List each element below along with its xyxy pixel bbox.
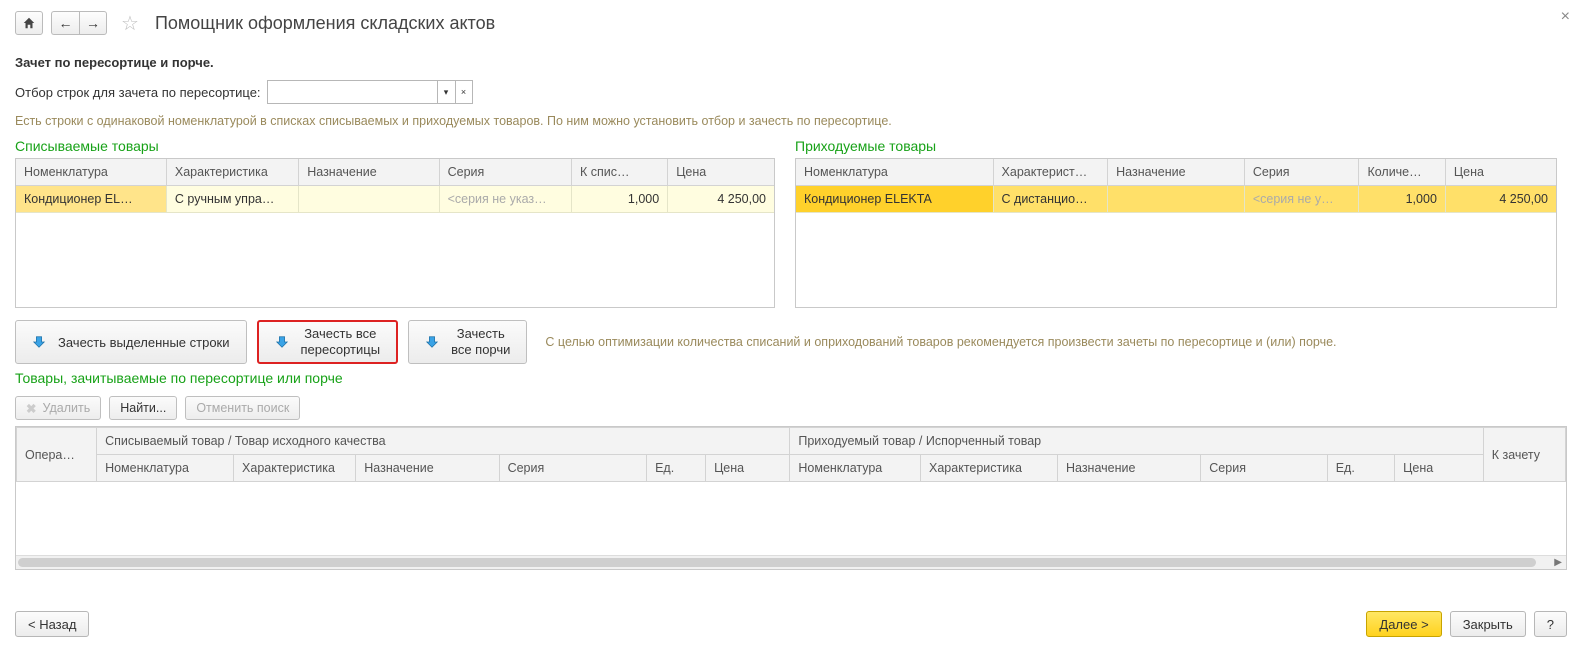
credit-all-resort-button[interactable]: Зачесть всепересортицы <box>257 320 399 364</box>
help-button[interactable]: ? <box>1534 611 1567 637</box>
col-header[interactable]: Характеристика <box>166 159 298 186</box>
btn-label: Удалить <box>42 401 90 415</box>
arrow-down-icon <box>32 335 46 349</box>
col-header[interactable]: Ед. <box>1327 455 1394 482</box>
cell-price: 4 250,00 <box>1445 186 1556 213</box>
credit-selected-button[interactable]: Зачесть выделенные строки <box>15 320 247 364</box>
nav-back-button[interactable]: ← <box>51 11 79 35</box>
filter-dropdown-button[interactable]: ▾ <box>437 80 455 104</box>
arrow-right-icon: → <box>86 16 100 30</box>
btn-label: ? <box>1547 617 1554 632</box>
col-header[interactable]: Характеристика <box>921 455 1058 482</box>
cell-series: <серия не у… <box>1244 186 1359 213</box>
close-button[interactable]: Закрыть <box>1450 611 1526 637</box>
col-header[interactable]: Ед. <box>647 455 706 482</box>
btn-label-l2: пересортицы <box>301 342 381 357</box>
horizontal-scrollbar[interactable]: ▶ <box>16 555 1566 569</box>
col-header[interactable]: Номенклатура <box>16 159 166 186</box>
home-button[interactable] <box>15 11 43 35</box>
col-header[interactable]: Характеристика <box>234 455 356 482</box>
written-off-grid[interactable]: Номенклатура Характеристика Назначение С… <box>15 158 775 308</box>
col-header[interactable]: Серия <box>439 159 571 186</box>
btn-label-l2: все порчи <box>451 342 510 357</box>
col-header[interactable]: Номенклатура <box>796 159 993 186</box>
col-header[interactable]: Серия <box>1244 159 1359 186</box>
col-header[interactable]: Номенклатура <box>97 455 234 482</box>
delete-x-icon: ✖ <box>26 401 36 416</box>
action-hint: С целью оптимизации количества списаний … <box>545 335 1336 349</box>
col-header[interactable]: Номенклатура <box>790 455 921 482</box>
filter-label: Отбор строк для зачета по пересортице: <box>15 85 261 100</box>
col-header-group[interactable]: Списываемый товар / Товар исходного каче… <box>97 428 790 455</box>
find-button[interactable]: Найти... <box>109 396 177 420</box>
cancel-find-button[interactable]: Отменить поиск <box>185 396 300 420</box>
clear-x-icon: × <box>461 87 466 97</box>
btn-label-l1: Зачесть <box>457 326 505 341</box>
btn-label-l1: Зачесть все <box>304 326 376 341</box>
col-header[interactable]: Серия <box>499 455 647 482</box>
btn-label: Отменить поиск <box>196 401 289 415</box>
col-header[interactable]: Характерист… <box>993 159 1108 186</box>
btn-label: Закрыть <box>1463 617 1513 632</box>
cell-assign <box>299 186 439 213</box>
cell-nomen: Кондиционер ELEKTA <box>796 186 993 213</box>
col-header[interactable]: Количе… <box>1359 159 1445 186</box>
credited-grid[interactable]: Опера… Списываемый товар / Товар исходно… <box>15 426 1567 570</box>
col-header[interactable]: Цена <box>668 159 774 186</box>
chevron-down-icon: ▾ <box>444 87 449 98</box>
table-row[interactable]: Кондиционер ELEKTA С дистанцио… <серия н… <box>796 186 1556 213</box>
cell-nomen: Кондиционер EL… <box>16 186 166 213</box>
col-header[interactable]: Цена <box>1445 159 1556 186</box>
info-duplicates: Есть строки с одинаковой номенклатурой в… <box>15 114 1567 128</box>
favorite-star-icon[interactable]: ☆ <box>121 11 139 36</box>
page-title: Помощник оформления складских актов <box>155 13 495 34</box>
arrow-down-icon <box>425 335 439 349</box>
btn-label: Далее > <box>1379 617 1428 632</box>
btn-label: Зачесть выделенные строки <box>58 335 230 350</box>
scroll-right-icon: ▶ <box>1554 557 1562 568</box>
credit-all-spoil-button[interactable]: Зачестьвсе порчи <box>408 320 527 364</box>
col-header[interactable]: Назначение <box>1108 159 1245 186</box>
left-grid-title: Списываемые товары <box>15 138 775 154</box>
col-header[interactable]: Назначение <box>299 159 439 186</box>
home-icon <box>22 16 36 30</box>
col-header[interactable]: Цена <box>706 455 790 482</box>
col-header[interactable]: Опера… <box>17 428 97 482</box>
section-subtitle: Зачет по пересортице и порче. <box>15 55 1567 70</box>
filter-input[interactable] <box>267 80 437 104</box>
col-header[interactable]: К спис… <box>571 159 667 186</box>
cell-assign <box>1108 186 1245 213</box>
close-icon[interactable]: × <box>1561 8 1570 26</box>
cell-price: 4 250,00 <box>668 186 774 213</box>
lower-grid-title: Товары, зачитываемые по пересортице или … <box>15 370 1567 386</box>
right-grid-title: Приходуемые товары <box>795 138 1557 154</box>
col-header[interactable]: К зачету <box>1483 428 1565 482</box>
filter-clear-button[interactable]: × <box>455 80 473 104</box>
nav-forward-button[interactable]: → <box>79 11 107 35</box>
cell-qty: 1,000 <box>571 186 667 213</box>
col-header[interactable]: Цена <box>1395 455 1484 482</box>
back-button[interactable]: < Назад <box>15 611 89 637</box>
arrow-left-icon: ← <box>59 16 73 30</box>
btn-label: Найти... <box>120 401 166 415</box>
cell-char: С дистанцио… <box>993 186 1108 213</box>
received-grid[interactable]: Номенклатура Характерист… Назначение Сер… <box>795 158 1557 308</box>
btn-label: < Назад <box>28 617 76 632</box>
col-header-group[interactable]: Приходуемый товар / Испорченный товар <box>790 428 1483 455</box>
cell-series: <серия не указ… <box>439 186 571 213</box>
next-button[interactable]: Далее > <box>1366 611 1441 637</box>
cell-char: С ручным упра… <box>166 186 298 213</box>
arrow-down-icon <box>275 335 289 349</box>
cell-qty: 1,000 <box>1359 186 1445 213</box>
col-header[interactable]: Серия <box>1201 455 1327 482</box>
table-row[interactable]: Кондиционер EL… С ручным упра… <серия не… <box>16 186 774 213</box>
col-header[interactable]: Назначение <box>1057 455 1200 482</box>
delete-button[interactable]: ✖ Удалить <box>15 396 101 420</box>
col-header[interactable]: Назначение <box>356 455 499 482</box>
